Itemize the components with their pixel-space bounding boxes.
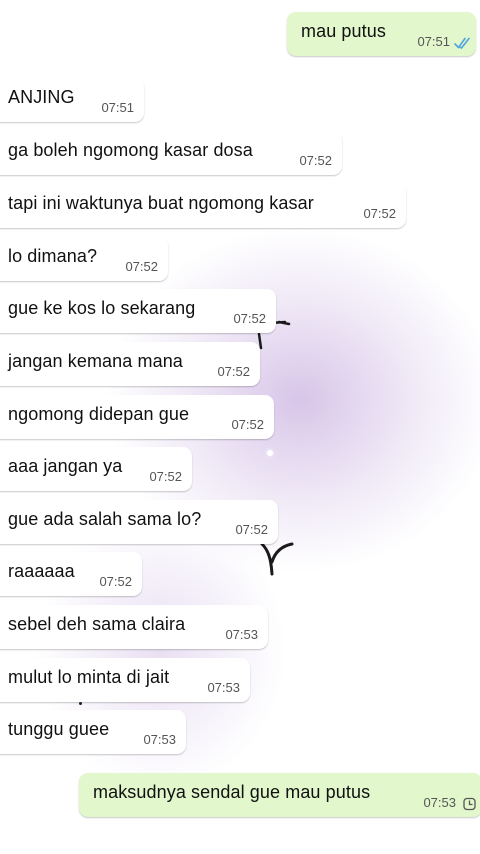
message-bubble-incoming[interactable]: gue ada salah sama lo? 07:52 bbox=[0, 500, 278, 544]
message-bubble-incoming[interactable]: mulut lo minta di jait 07:53 bbox=[0, 658, 250, 702]
message-bubble-incoming[interactable]: raaaaaa 07:52 bbox=[0, 552, 142, 596]
message-text: gue ada salah sama lo? bbox=[8, 509, 202, 529]
message-time: 07:52 bbox=[231, 417, 264, 432]
wallpaper-dot bbox=[79, 702, 82, 705]
message-bubble-incoming[interactable]: ANJING 07:51 bbox=[0, 78, 144, 122]
message-text: ga boleh ngomong kasar dosa bbox=[8, 140, 253, 160]
message-time: 07:52 bbox=[235, 522, 268, 537]
message-bubble-incoming[interactable]: tapi ini waktunya buat ngomong kasar 07:… bbox=[0, 184, 406, 228]
wallpaper-sparkle bbox=[267, 450, 273, 456]
message-text: ngomong didepan gue bbox=[8, 404, 190, 424]
message-time: 07:51 bbox=[101, 100, 134, 115]
message-bubble-incoming[interactable]: jangan kemana mana 07:52 bbox=[0, 342, 260, 386]
pending-clock-icon bbox=[463, 797, 476, 811]
message-time: 07:53 bbox=[423, 795, 456, 810]
message-text: maksudnya sendal gue mau putus bbox=[93, 782, 371, 802]
message-time: 07:51 bbox=[417, 34, 450, 49]
message-text: sebel deh sama claira bbox=[8, 614, 186, 634]
message-bubble-outgoing[interactable]: mau putus 07:51 bbox=[287, 12, 476, 56]
message-time: 07:52 bbox=[217, 364, 250, 379]
message-text: mulut lo minta di jait bbox=[8, 667, 170, 687]
message-time: 07:53 bbox=[225, 627, 258, 642]
message-bubble-incoming[interactable]: tunggu guee 07:53 bbox=[0, 710, 186, 754]
message-time: 07:52 bbox=[299, 153, 332, 168]
message-text: gue ke kos lo sekarang bbox=[8, 298, 196, 318]
message-bubble-outgoing[interactable]: maksudnya sendal gue mau putus 07:53 bbox=[79, 773, 480, 817]
message-time: 07:53 bbox=[143, 732, 176, 747]
message-bubble-incoming[interactable]: gue ke kos lo sekarang 07:52 bbox=[0, 289, 276, 333]
message-time: 07:52 bbox=[363, 206, 396, 221]
message-time: 07:52 bbox=[233, 311, 266, 326]
message-text: lo dimana? bbox=[8, 246, 98, 266]
read-double-check-icon bbox=[454, 37, 470, 49]
message-time: 07:53 bbox=[207, 680, 240, 695]
message-time: 07:52 bbox=[149, 469, 182, 484]
message-bubble-incoming[interactable]: aaa jangan ya 07:52 bbox=[0, 447, 192, 491]
message-text: tapi ini waktunya buat ngomong kasar bbox=[8, 193, 314, 213]
message-bubble-incoming[interactable]: sebel deh sama claira 07:53 bbox=[0, 605, 268, 649]
message-bubble-incoming[interactable]: lo dimana? 07:52 bbox=[0, 237, 168, 281]
message-bubble-incoming[interactable]: ngomong didepan gue 07:52 bbox=[0, 395, 274, 439]
message-time: 07:52 bbox=[99, 574, 132, 589]
message-text: tunggu guee bbox=[8, 719, 110, 739]
message-text: jangan kemana mana bbox=[8, 351, 183, 371]
message-bubble-incoming[interactable]: ga boleh ngomong kasar dosa 07:52 bbox=[0, 131, 342, 175]
message-time: 07:52 bbox=[125, 259, 158, 274]
message-text: raaaaaa bbox=[8, 561, 75, 581]
message-text: mau putus bbox=[301, 21, 386, 41]
message-text: ANJING bbox=[8, 87, 75, 107]
message-text: aaa jangan ya bbox=[8, 456, 123, 476]
